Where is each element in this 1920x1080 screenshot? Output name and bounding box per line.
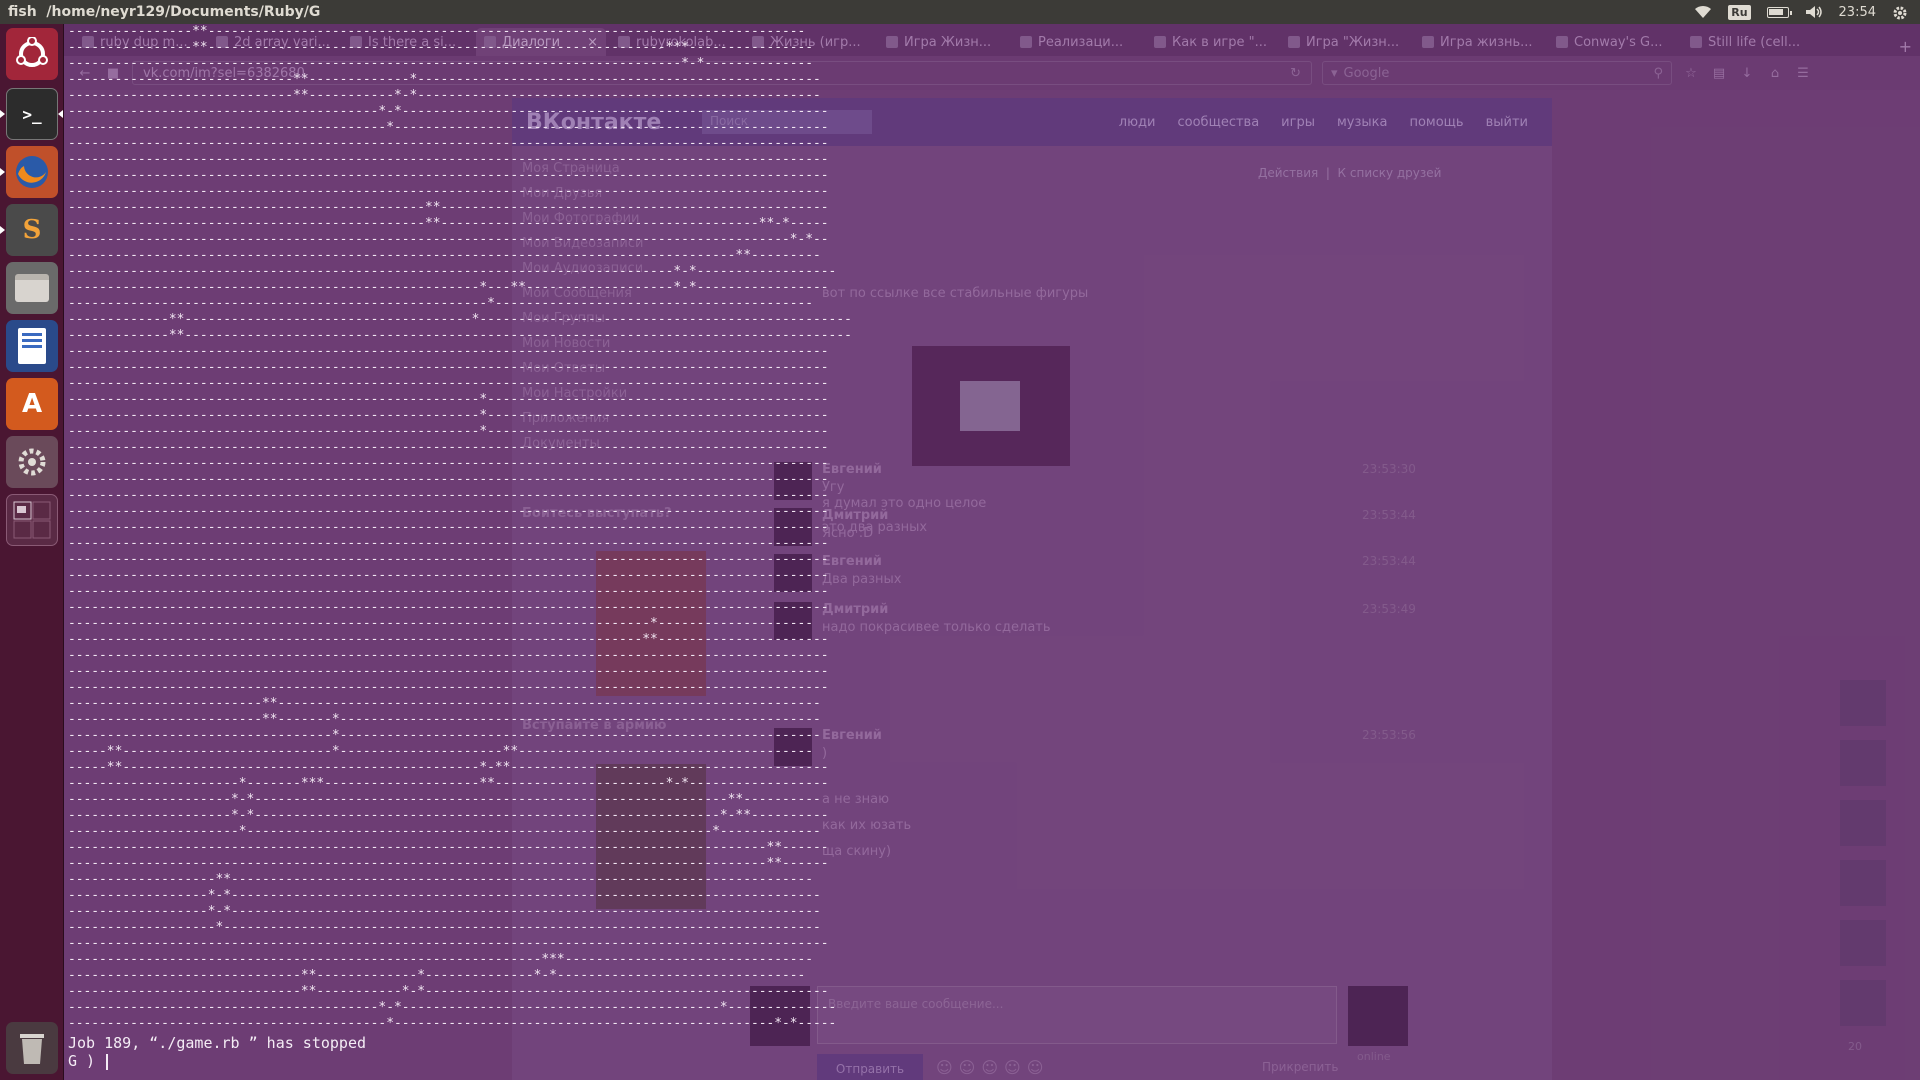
job-stopped-message: Job 189, “./game.rb ” has stopped	[68, 1034, 367, 1052]
wifi-icon[interactable]	[1694, 5, 1712, 19]
sublime-text-icon[interactable]: S	[6, 204, 58, 256]
ubuntu-dash-icon[interactable]	[6, 28, 58, 80]
indicator-area: Ru 23:54	[1694, 4, 1920, 20]
focus-indicator	[58, 110, 63, 118]
launcher: >_ S A	[0, 24, 64, 1080]
workspace-switcher-icon[interactable]	[6, 494, 58, 546]
running-indicator	[0, 226, 5, 234]
keyboard-layout-indicator[interactable]: Ru	[1728, 4, 1751, 20]
running-indicator	[0, 168, 5, 176]
trash-icon[interactable]	[6, 1022, 58, 1074]
terminal-status[interactable]: Job 189, “./game.rb ” has stopped G )	[68, 1034, 366, 1070]
file-manager-icon[interactable]	[6, 262, 58, 314]
battery-icon[interactable]	[1766, 6, 1792, 18]
clock[interactable]: 23:54	[1839, 5, 1876, 20]
terminal-window[interactable]: ----------------**----------------------…	[64, 24, 1920, 1080]
system-settings-icon[interactable]	[6, 436, 58, 488]
terminal-icon[interactable]: >_	[6, 88, 58, 140]
running-indicator	[0, 110, 5, 118]
window-title: fish /home/neyr129/Documents/Ruby/G	[8, 4, 321, 20]
software-center-icon[interactable]: A	[6, 378, 58, 430]
writer-icon[interactable]	[6, 320, 58, 372]
text-cursor	[106, 1053, 114, 1070]
volume-icon[interactable]	[1805, 5, 1823, 19]
gear-icon[interactable]	[1892, 5, 1910, 20]
shell-prompt: G )	[68, 1052, 105, 1070]
game-of-life-output: ----------------**----------------------…	[68, 24, 852, 1031]
firefox-icon[interactable]	[6, 146, 58, 198]
top-panel: fish /home/neyr129/Documents/Ruby/G Ru 2…	[0, 0, 1920, 24]
